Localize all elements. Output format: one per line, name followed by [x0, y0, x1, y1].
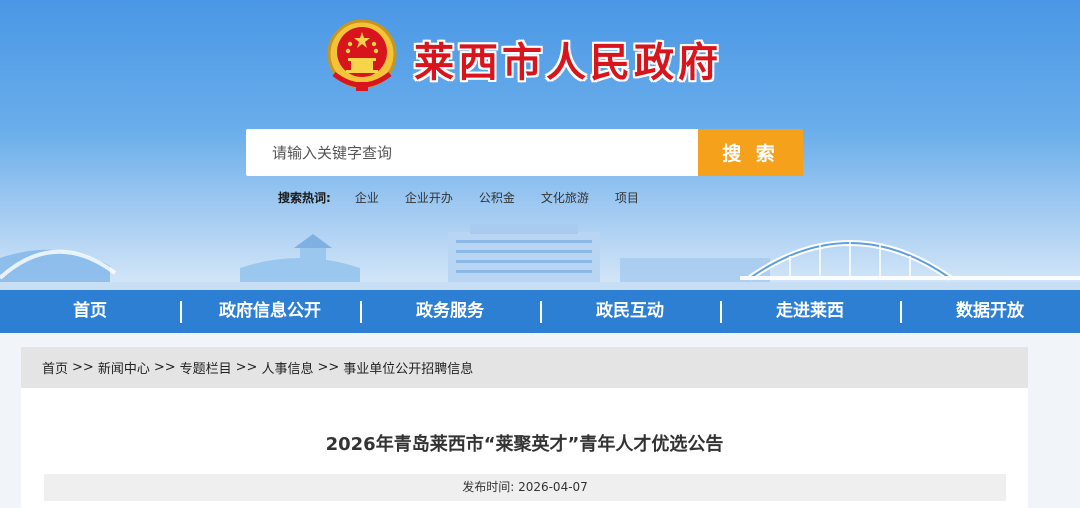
city-skyline-illustration	[0, 224, 1080, 290]
hot-search-link[interactable]: 企业开办	[405, 189, 453, 206]
hot-search-link[interactable]: 企业	[355, 189, 379, 206]
hot-search-label: 搜索热词:	[278, 191, 331, 205]
breadcrumb-separator: >>	[72, 360, 94, 375]
search-button[interactable]: 搜 索	[698, 129, 803, 176]
publish-date: 2026-04-07	[518, 480, 588, 494]
breadcrumb-separator: >>	[235, 360, 258, 375]
breadcrumb-separator: >>	[153, 360, 176, 375]
article-title: 2026年青岛莱西市“莱聚英才”青年人才优选公告	[325, 434, 724, 455]
hot-search-link[interactable]: 公积金	[479, 189, 515, 206]
breadcrumb-item[interactable]: 事业单位公开招聘信息	[343, 358, 473, 377]
breadcrumb-item[interactable]: 专题栏目	[180, 358, 232, 377]
main-nav: 首页 政府信息公开 政务服务 政民互动 走进莱西 数据开放	[0, 290, 1080, 333]
article-content: 2026年青岛莱西市“莱聚英才”青年人才优选公告 发布时间: 2026-04-0…	[21, 388, 1028, 508]
breadcrumb-item[interactable]: 新闻中心	[98, 358, 150, 377]
search-input[interactable]	[246, 129, 700, 176]
breadcrumb-separator: >>	[317, 360, 340, 375]
nav-item-gov-info[interactable]: 政府信息公开	[180, 290, 360, 333]
nav-item-open-data[interactable]: 数据开放	[900, 290, 1080, 333]
nav-item-interaction[interactable]: 政民互动	[540, 290, 720, 333]
national-emblem-icon	[327, 19, 397, 91]
breadcrumb-item[interactable]: 首页	[42, 358, 68, 377]
breadcrumb-item[interactable]: 人事信息	[261, 358, 313, 377]
nav-item-services[interactable]: 政务服务	[360, 290, 540, 333]
breadcrumb: 首页 >> 新闻中心 >> 专题栏目 >> 人事信息 >> 事业单位公开招聘信息	[21, 347, 1028, 388]
hot-search-link[interactable]: 文化旅游	[541, 189, 589, 206]
hot-search-bar: 搜索热词: 企业 企业开办 公积金 文化旅游 项目	[278, 189, 665, 206]
nav-item-home[interactable]: 首页	[0, 290, 180, 333]
publish-info: 发布时间: 2026-04-07	[44, 474, 1006, 501]
site-title: 莱西市人民政府	[414, 40, 722, 86]
header-banner: 莱西市人民政府 搜 索 搜索热词: 企业 企业开办 公积金 文化旅游 项目	[0, 0, 1080, 290]
nav-item-about-laixi[interactable]: 走进莱西	[720, 290, 900, 333]
publish-label: 发布时间:	[462, 480, 515, 494]
hot-search-link[interactable]: 项目	[615, 189, 639, 206]
